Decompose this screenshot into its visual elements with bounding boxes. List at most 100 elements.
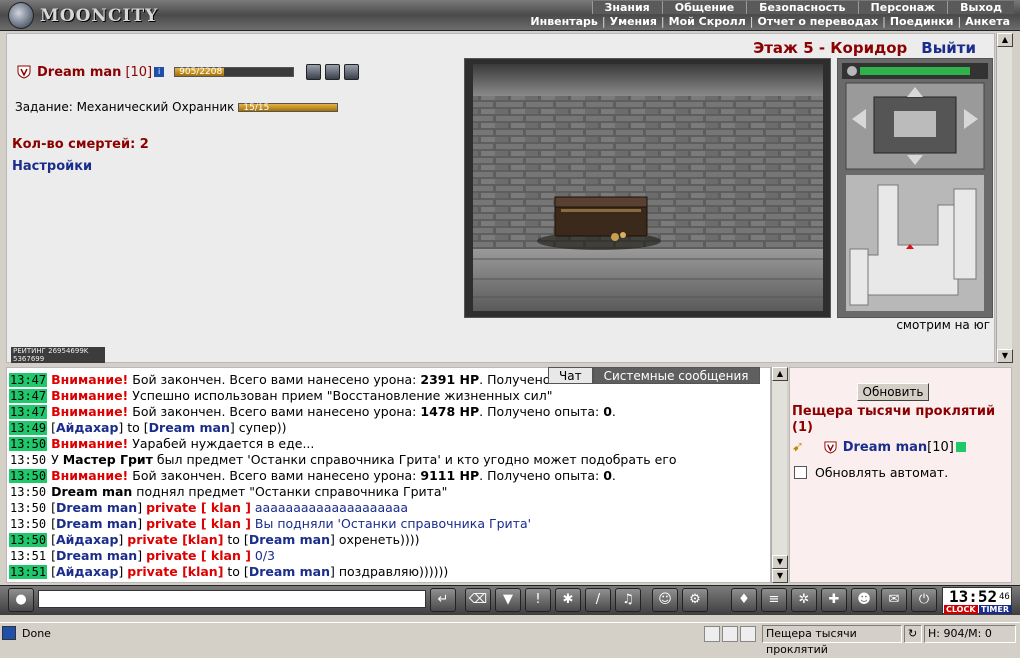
- menu-exit[interactable]: Выход: [947, 1, 1014, 14]
- auto-refresh-checkbox[interactable]: [794, 466, 807, 479]
- chat-timestamp[interactable]: 13:49: [9, 421, 48, 435]
- chat-timestamp[interactable]: 13:50: [9, 437, 48, 451]
- task-progress-text: 15/15: [243, 102, 270, 113]
- effect-shield-icon[interactable]: [325, 64, 341, 80]
- chat-user-name[interactable]: Dream man: [249, 564, 330, 579]
- menu-profile[interactable]: Анкета: [961, 15, 1014, 29]
- chat-timestamp[interactable]: 13:50: [9, 533, 48, 547]
- compass-icon: [847, 66, 857, 76]
- refresh-button[interactable]: Обновить: [857, 383, 929, 401]
- system-messages-icon[interactable]: !: [525, 588, 551, 612]
- private-message-icon[interactable]: ➹: [792, 439, 804, 455]
- chat-timestamp[interactable]: 13:50: [9, 469, 48, 483]
- chat-user-name[interactable]: Айдахар: [56, 564, 118, 579]
- settings-link[interactable]: Настройки: [12, 159, 92, 174]
- menu-my-scroll[interactable]: Мой Скролл: [665, 15, 750, 29]
- send-message-icon[interactable]: ↵: [430, 588, 456, 612]
- chat-text: 0: [603, 468, 612, 483]
- chat-user-name[interactable]: Dream man: [56, 548, 137, 563]
- chat-timestamp[interactable]: 13:50: [9, 501, 47, 515]
- menu-character[interactable]: Персонаж: [857, 1, 948, 14]
- dungeon-scene[interactable]: [464, 58, 831, 318]
- bag-icon[interactable]: ♦: [731, 588, 757, 612]
- chat-scroll-up-icon[interactable]: ▲: [772, 367, 788, 381]
- menu-skills[interactable]: Умения: [606, 15, 661, 29]
- user-list-item[interactable]: ➹ Dream man [10]: [792, 439, 966, 455]
- chat-timestamp[interactable]: 13:47: [9, 405, 48, 419]
- menu-transfers-report[interactable]: Отчет о переводах: [753, 15, 882, 29]
- status-refresh-icon[interactable]: ↻: [904, 625, 922, 643]
- chat-user-name[interactable]: Dream man: [149, 420, 230, 435]
- chat-user-name[interactable]: Айдахар: [56, 532, 118, 547]
- chat-user-name[interactable]: Айдахар: [56, 420, 118, 435]
- smiley-icon[interactable]: ☺: [652, 588, 678, 612]
- chat-scrollbar[interactable]: ▲ ▼ ▼: [771, 367, 788, 583]
- chat-user-name[interactable]: Dream man: [56, 516, 137, 531]
- chat-timestamp[interactable]: 13:50: [9, 453, 47, 467]
- chat-text: private [ klan ]: [146, 548, 251, 563]
- main-scrollbar[interactable]: ▲ ▼: [996, 33, 1013, 363]
- scroll-down-arrow-icon[interactable]: ▼: [997, 349, 1013, 363]
- user-info-icon[interactable]: [955, 442, 966, 452]
- chat-message: 13:47 Внимание! Успешно использован прие…: [9, 388, 769, 404]
- translit-icon[interactable]: /: [585, 588, 611, 612]
- notes-icon[interactable]: [740, 626, 756, 642]
- chat-timestamp[interactable]: 13:47: [9, 389, 48, 403]
- page-view-icon[interactable]: [722, 626, 738, 642]
- chat-text: .: [611, 468, 616, 483]
- chat-timestamp[interactable]: 13:50: [9, 517, 47, 531]
- minimap[interactable]: [837, 58, 993, 318]
- chat-timestamp[interactable]: 13:51: [9, 565, 48, 579]
- user-name[interactable]: Dream man: [843, 440, 927, 455]
- chat-timestamp[interactable]: 13:50: [9, 485, 47, 499]
- menu-communication[interactable]: Общение: [661, 1, 747, 14]
- location-users-panel: Обновить Пещера тысячи проклятий (1) ➹ D…: [789, 367, 1012, 583]
- top-menu: Знания Общение Безопасность Персонаж Вых…: [591, 1, 1014, 14]
- filter-icon[interactable]: ▼: [495, 588, 521, 612]
- top-bar: MOONCITY Знания Общение Безопасность Пер…: [0, 0, 1020, 31]
- clear-chat-icon[interactable]: ⌫: [465, 588, 491, 612]
- chat-user-name[interactable]: Dream man: [56, 500, 137, 515]
- chat-text: . Получено опыта:: [479, 468, 604, 483]
- player-info-icon[interactable]: i: [154, 67, 165, 77]
- scroll-up-arrow-icon[interactable]: ▲: [997, 33, 1013, 47]
- chat-settings-icon[interactable]: ⚙: [682, 588, 708, 612]
- mail-icon[interactable]: ✉: [881, 588, 907, 612]
- chat-timestamp[interactable]: 13:51: [9, 549, 47, 563]
- tab-system-messages[interactable]: Системные сообщения: [592, 367, 760, 384]
- main-panel: Этаж 5 - Коридор Выйти Dream man [10] i 9…: [6, 33, 995, 363]
- menu-inventory[interactable]: Инвентарь: [526, 15, 601, 29]
- clock-mode-button[interactable]: CLOCK: [944, 605, 978, 614]
- chat-scroll-down-icon[interactable]: ▼: [772, 555, 788, 569]
- player-name[interactable]: Dream man: [37, 65, 121, 80]
- chat-text: ]: [137, 548, 147, 563]
- quest-icon[interactable]: ✚: [821, 588, 847, 612]
- timer-mode-button[interactable]: TIMER: [979, 605, 1012, 614]
- chat-warning-label: Внимание!: [51, 404, 129, 419]
- chat-text: Бой закончен. Всего вами нанесено урона:: [128, 372, 421, 387]
- gear-cog-icon[interactable]: ✲: [791, 588, 817, 612]
- scroll-icon[interactable]: ≡: [761, 588, 787, 612]
- chat-user-name[interactable]: Dream man: [249, 532, 330, 547]
- chat-scroll-end-icon[interactable]: ▼: [772, 569, 788, 583]
- chat-mode-icon[interactable]: ●: [8, 588, 34, 612]
- sound-icon[interactable]: ♫: [615, 588, 641, 612]
- status-location: Пещера тысячи проклятий: [762, 625, 902, 656]
- tab-chat[interactable]: Чат: [548, 367, 593, 384]
- effect-armor-icon[interactable]: [344, 64, 360, 80]
- menu-knowledge[interactable]: Знания: [591, 1, 662, 14]
- effect-flag-icon[interactable]: [306, 64, 322, 80]
- chat-message: 13:50 У Мастер Грит был предмет 'Останки…: [9, 452, 769, 468]
- globe-icon[interactable]: [704, 626, 720, 642]
- user-action-icon[interactable]: ✱: [555, 588, 581, 612]
- menu-duels[interactable]: Поединки: [886, 15, 958, 29]
- chat-panel: 13:47 Внимание! Бой закончен. Всего вами…: [6, 367, 771, 583]
- chat-timestamp[interactable]: 13:47: [9, 373, 48, 387]
- exit-icon[interactable]: ⏻: [911, 588, 937, 612]
- chat-text: Dream man: [51, 484, 133, 499]
- menu-security[interactable]: Безопасность: [746, 1, 858, 14]
- exit-location-link[interactable]: Выйти: [921, 39, 976, 57]
- chat-text: ]: [118, 564, 128, 579]
- friends-icon[interactable]: ☻: [851, 588, 877, 612]
- chat-input[interactable]: [38, 590, 426, 608]
